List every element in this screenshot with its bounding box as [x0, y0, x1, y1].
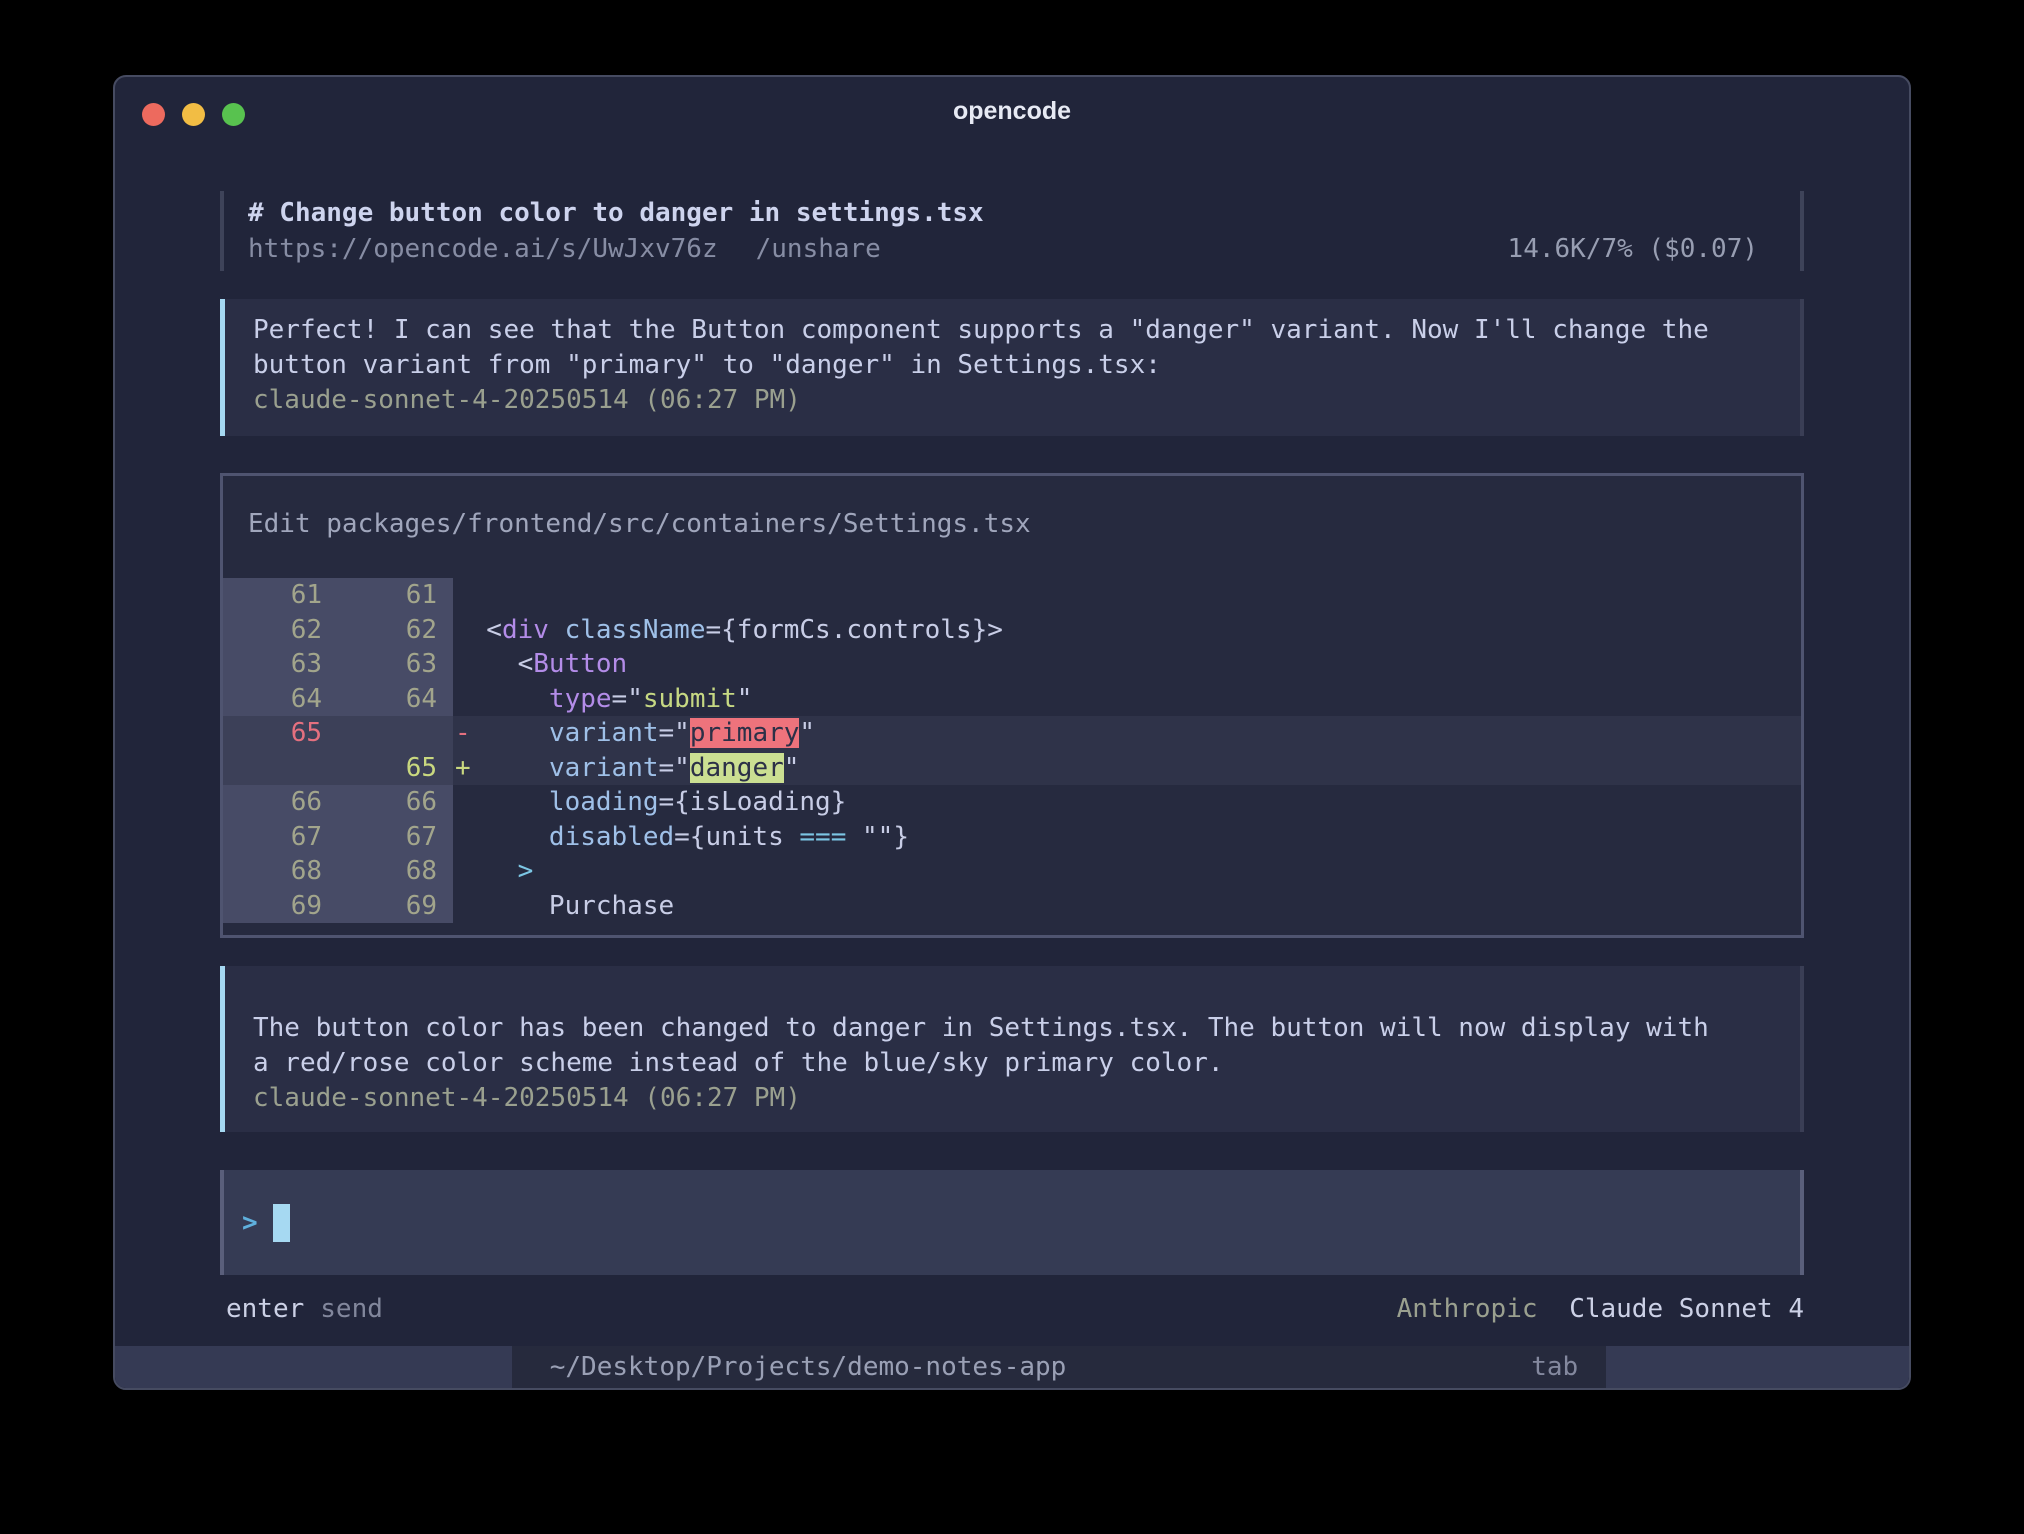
hint-row: enter send Anthropic Claude Sonnet 4: [220, 1294, 1804, 1324]
diff-row: 6767 disabled={units === ""}: [223, 820, 1801, 855]
opencode-window: opencode # Change button color to danger…: [113, 75, 1911, 1390]
send-action-hint: send: [320, 1294, 383, 1324]
new-line-number: [338, 716, 453, 751]
token-cost-stats: 14.6K/7% ($0.07): [1508, 231, 1800, 267]
assistant-message-1: Perfect! I can see that the Button compo…: [220, 299, 1804, 436]
text-cursor: [273, 1204, 290, 1242]
new-line-number: 66: [338, 785, 453, 820]
diff-code-line: + variant="danger": [453, 751, 1801, 786]
diff-row: 65+ variant="danger": [223, 751, 1801, 786]
diff-code-line: >: [453, 854, 1801, 889]
diff-code-line: loading={isLoading}: [453, 785, 1801, 820]
prompt-input[interactable]: >: [220, 1170, 1804, 1275]
old-line-number: [223, 751, 338, 786]
diff-code-line: type="submit": [453, 682, 1801, 717]
diff-code-line: - variant="primary": [453, 716, 1801, 751]
old-line-number: 65: [223, 716, 338, 751]
new-line-number: 63: [338, 647, 453, 682]
old-line-number: 62: [223, 613, 338, 648]
chat-content: # Change button color to danger in setti…: [220, 191, 1804, 1324]
model-indicator: Anthropic Claude Sonnet 4: [1397, 1294, 1804, 1324]
working-directory: ~/Desktop/Projects/demo-notes-app: [550, 1346, 1067, 1388]
new-line-number: 67: [338, 820, 453, 855]
old-line-number: 68: [223, 854, 338, 889]
statusbar-spacer: [1066, 1346, 1531, 1388]
model-timestamp: claude-sonnet-4-20250514 (06:27 PM): [225, 383, 1800, 418]
status-bar: opencodev0.3.11 ~/Desktop/Projects/demo-…: [115, 1346, 1909, 1388]
mode-chip[interactable]: BUILDMODE: [1606, 1346, 1909, 1388]
diff-code-line: disabled={units === ""}: [453, 820, 1801, 855]
session-subline: https://opencode.ai/s/UwJxv76z /unshare …: [224, 231, 1800, 267]
enter-key-hint: enter: [226, 1294, 304, 1324]
old-line-number: 61: [223, 578, 338, 613]
unshare-command: /unshare: [756, 231, 881, 267]
message-text-line: button variant from "primary" to "danger…: [225, 348, 1800, 383]
tab-key-hint[interactable]: tab: [1531, 1346, 1578, 1388]
diff-row: 65 - variant="primary": [223, 716, 1801, 751]
diff-row: 6363 <Button: [223, 647, 1801, 682]
assistant-message-2: The button color has been changed to dan…: [220, 966, 1804, 1132]
window-title: opencode: [115, 97, 1909, 126]
new-line-number: 65: [338, 751, 453, 786]
diff-table: 61616262 <div className={formCs.controls…: [223, 578, 1801, 923]
new-line-number: 61: [338, 578, 453, 613]
diff-code-line: <div className={formCs.controls}>: [453, 613, 1801, 648]
diff-row: 6464 type="submit": [223, 682, 1801, 717]
diff-code-line: [453, 578, 1801, 613]
session-header: # Change button color to danger in setti…: [220, 191, 1804, 271]
diff-row: 6262 <div className={formCs.controls}>: [223, 613, 1801, 648]
provider-name: Anthropic: [1397, 1294, 1538, 1324]
old-line-number: 64: [223, 682, 338, 717]
new-line-number: 69: [338, 889, 453, 924]
message-text-line: Perfect! I can see that the Button compo…: [225, 313, 1800, 348]
diff-row: 6161: [223, 578, 1801, 613]
diff-row: 6868 >: [223, 854, 1801, 889]
old-line-number: 67: [223, 820, 338, 855]
diff-code-line: Purchase: [453, 889, 1801, 924]
message-text-line: a red/rose color scheme instead of the b…: [225, 1046, 1800, 1081]
old-line-number: 63: [223, 647, 338, 682]
model-name: Claude Sonnet 4: [1569, 1294, 1804, 1324]
diff-code-line: <Button: [453, 647, 1801, 682]
model-timestamp: claude-sonnet-4-20250514 (06:27 PM): [225, 1081, 1800, 1116]
titlebar: opencode: [115, 77, 1909, 145]
old-line-number: 69: [223, 889, 338, 924]
share-url: https://opencode.ai/s/UwJxv76z: [248, 231, 718, 267]
old-line-number: 66: [223, 785, 338, 820]
prompt-chevron: >: [242, 1208, 258, 1238]
app-version-chip: opencodev0.3.11: [115, 1346, 512, 1388]
diff-row: 6969 Purchase: [223, 889, 1801, 924]
new-line-number: 64: [338, 682, 453, 717]
edit-tool-block: Edit packages/frontend/src/containers/Se…: [220, 473, 1804, 938]
new-line-number: 62: [338, 613, 453, 648]
session-title: # Change button color to danger in setti…: [224, 195, 1800, 231]
diff-row: 6666 loading={isLoading}: [223, 785, 1801, 820]
new-line-number: 68: [338, 854, 453, 889]
edit-tool-title: Edit packages/frontend/src/containers/Se…: [223, 506, 1801, 542]
message-text-line: The button color has been changed to dan…: [225, 1011, 1800, 1046]
